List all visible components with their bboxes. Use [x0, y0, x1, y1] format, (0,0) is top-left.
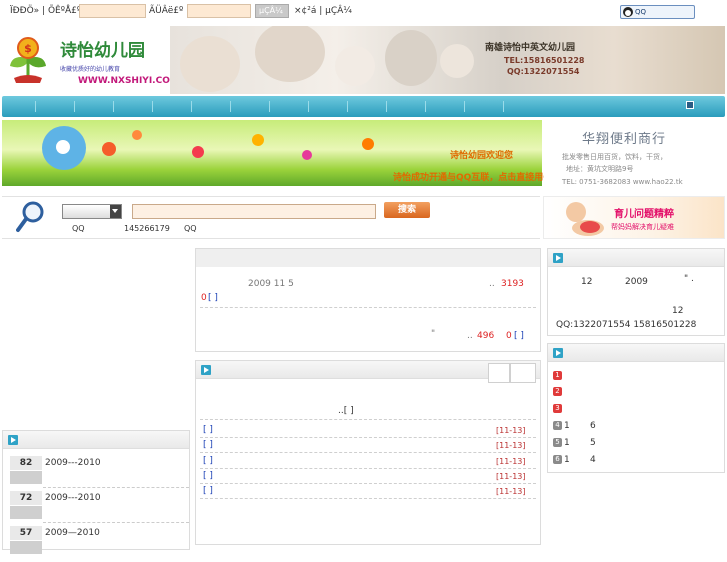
- news2-comments: 0: [506, 331, 512, 341]
- divider: [200, 307, 536, 308]
- logo-url[interactable]: WWW.NXSHIYI.COM: [78, 76, 179, 86]
- poll-title[interactable]: 2009—2010: [45, 528, 100, 538]
- poll-item[interactable]: 72 2009---2010: [5, 491, 189, 527]
- shop-title: 华翔便利商行: [582, 132, 667, 147]
- qq-penguin-icon: [623, 7, 633, 17]
- rank-item-b: 5: [590, 438, 596, 448]
- username-label: Ï­ÐÐÖ» | ÕÊºÅ£º: [10, 6, 82, 16]
- login-button[interactable]: µÇÂ¼: [255, 4, 289, 18]
- rank-item-b: 4: [590, 455, 596, 465]
- list-item-date: [11-13]: [496, 441, 526, 450]
- list-item-date: [11-13]: [496, 472, 526, 481]
- panel-header: [196, 249, 540, 267]
- rank-item-a[interactable]: 1: [564, 438, 570, 448]
- home-icon[interactable]: [686, 101, 694, 109]
- panel-arrow-icon: [8, 435, 18, 445]
- rank-badge: 2: [553, 387, 562, 396]
- list-item-bracket[interactable]: [ ]: [203, 440, 213, 450]
- banner-qq: QQ:1322071554: [507, 67, 580, 76]
- banner-tel: TEL:15816501228: [504, 56, 585, 65]
- intro-quote: " .: [684, 274, 694, 284]
- list-item-date: [11-13]: [496, 426, 526, 435]
- poll-bar: [10, 471, 42, 484]
- shop-line1: 批发零售日用百货，饮料，干货，: [562, 153, 667, 161]
- banner2-welcome: 诗怡幼园欢迎您: [450, 151, 514, 161]
- rank-item-a[interactable]: 1: [564, 421, 570, 431]
- rank-badge: 6: [553, 455, 562, 464]
- register-links[interactable]: ×¢²á | µÇÂ¼: [294, 6, 352, 16]
- list-item-bracket[interactable]: [ ]: [203, 425, 213, 435]
- poll-count: 72: [10, 491, 42, 505]
- poll-item[interactable]: 82 2009---2010: [5, 456, 189, 492]
- news-comment-link[interactable]: [ ]: [208, 293, 218, 303]
- logo-money-sprout-icon: $: [10, 37, 46, 83]
- magnifier-icon: [16, 201, 44, 232]
- list-note: ..[ ]: [338, 406, 354, 416]
- banner-school-name: 南雄诗怡中英文幼儿园: [485, 43, 576, 53]
- qq-label-2: QQ: [184, 224, 197, 233]
- intro-day: 12: [672, 306, 684, 316]
- password-input[interactable]: [187, 4, 251, 18]
- news2-mark: ": [431, 329, 436, 339]
- password-label: ÃÜÂë£º: [149, 6, 184, 16]
- username-input[interactable]: [79, 4, 146, 18]
- qq-label: QQ: [72, 224, 85, 233]
- list-item-date: [11-13]: [496, 487, 526, 496]
- news-views: 3193: [501, 279, 524, 289]
- news-date: 2009 11 5: [248, 279, 294, 289]
- intro-month: 12: [581, 277, 593, 287]
- divider: [200, 419, 536, 420]
- shop-line2: 地址：黄坑文明路9号: [566, 165, 634, 173]
- list-item-bracket[interactable]: [ ]: [203, 456, 213, 466]
- rank-badge: 1: [553, 371, 562, 380]
- qq-number: 145266179: [124, 224, 170, 233]
- poll-count: 82: [10, 456, 42, 470]
- news2-comment-link[interactable]: [ ]: [514, 331, 524, 341]
- rank-badge: 4: [553, 421, 562, 430]
- panel-arrow-icon: [553, 253, 563, 263]
- svg-text:$: $: [24, 42, 32, 55]
- poll-bar: [10, 506, 42, 519]
- news2-dots: ..: [467, 331, 473, 341]
- search-input[interactable]: [132, 204, 376, 219]
- news-dots: ..: [489, 279, 495, 289]
- parenting-subtitle: 帮妈妈解决育儿疑难: [611, 223, 674, 231]
- news-comments: 0: [201, 293, 207, 303]
- poll-title[interactable]: 2009---2010: [45, 493, 101, 503]
- rank-item-a[interactable]: 1: [564, 455, 570, 465]
- list-item-bracket[interactable]: [ ]: [203, 486, 213, 496]
- rank-badge: 5: [553, 438, 562, 447]
- panel-header: [548, 344, 724, 362]
- ranking-panel: [547, 343, 725, 473]
- panel-arrow-icon: [553, 348, 563, 358]
- qq-login-button[interactable]: QQ: [620, 5, 695, 19]
- shop-line3: TEL: 0751-3682083 www.hao22.tk: [562, 178, 683, 186]
- news2-views: 496: [477, 331, 495, 341]
- intro-year: 2009: [625, 277, 648, 287]
- panel-header: [196, 361, 540, 383]
- header-photo-banner: [170, 26, 725, 94]
- poll-title[interactable]: 2009---2010: [45, 458, 101, 468]
- panel-arrow-icon: [201, 365, 211, 375]
- tab-1[interactable]: [488, 363, 510, 383]
- list-item-date: [11-13]: [496, 457, 526, 466]
- panel-header: [548, 249, 724, 267]
- rank-badge: 3: [553, 404, 562, 413]
- list-item-bracket[interactable]: [ ]: [203, 471, 213, 481]
- panel-header: [3, 431, 189, 449]
- tab-2[interactable]: [510, 363, 536, 383]
- parenting-title: 育儿问题精粹: [614, 209, 674, 220]
- baby-icon: [566, 202, 604, 236]
- rank-item-b: 6: [590, 421, 596, 431]
- intro-contact: QQ:1322071554 15816501228: [556, 320, 697, 330]
- poll-bar: [10, 541, 42, 554]
- logo-subtitle: 收藏优质好的幼儿教育: [60, 66, 121, 73]
- poll-item[interactable]: 57 2009—2010: [5, 526, 183, 562]
- main-nav-bar[interactable]: [2, 96, 725, 117]
- chevron-down-icon[interactable]: [110, 205, 121, 218]
- logo-title: 诗怡幼儿园: [60, 41, 145, 61]
- poll-count: 57: [10, 526, 42, 540]
- search-button[interactable]: 搜索: [384, 202, 430, 218]
